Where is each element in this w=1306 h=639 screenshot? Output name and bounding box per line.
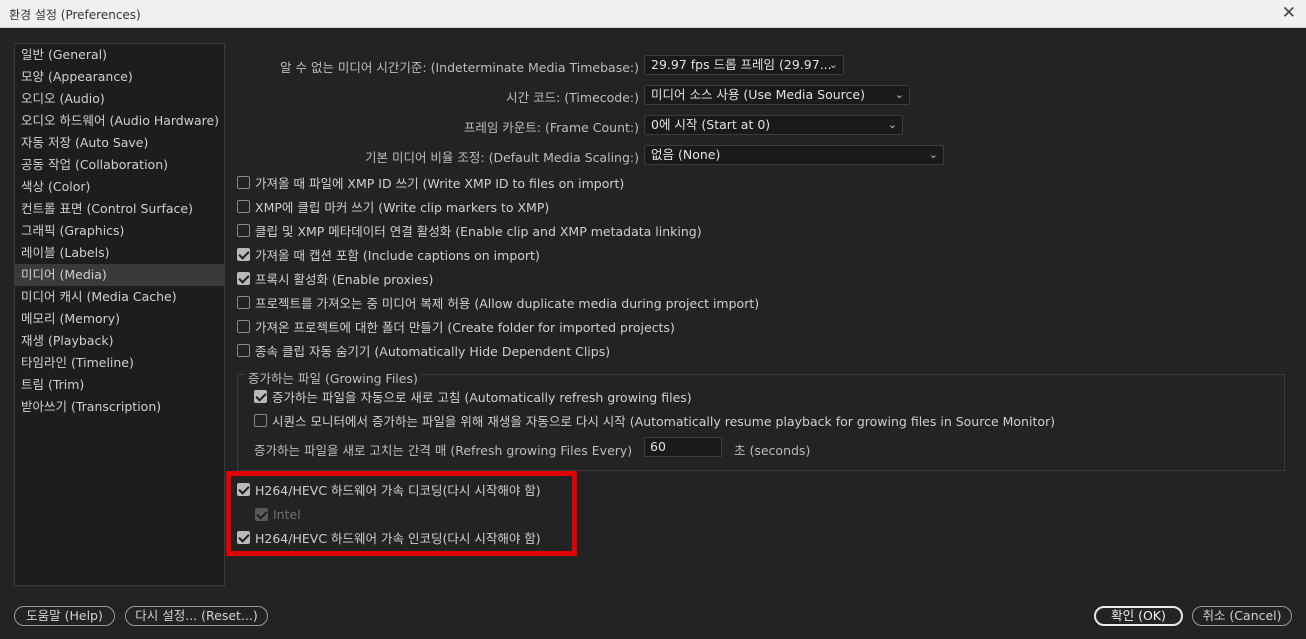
include-captions-option[interactable]: 가져올 때 캡션 포함 (Include captions on import) bbox=[237, 245, 540, 263]
cancel-button[interactable]: 취소 (Cancel) bbox=[1192, 606, 1292, 626]
sidebar-item-appearance[interactable]: 모양 (Appearance) bbox=[15, 66, 224, 88]
sidebar-item-audio[interactable]: 오디오 (Audio) bbox=[15, 88, 224, 110]
auto-refresh-label: 증가하는 파일을 자동으로 새로 고침 (Automatically refre… bbox=[272, 389, 692, 405]
title-bar: 환경 설정 (Preferences) ✕ bbox=[0, 0, 1306, 28]
auto-resume-label: 시퀀스 모니터에서 증가하는 파일을 위해 재생을 자동으로 다시 시작 (Au… bbox=[272, 413, 1056, 429]
sidebar-item-memory[interactable]: 메모리 (Memory) bbox=[15, 308, 224, 330]
highlight-annotation bbox=[226, 471, 577, 556]
hide-dependent-clips-label: 종속 클립 자동 숨기기 (Automatically Hide Depende… bbox=[255, 343, 611, 359]
refresh-interval-unit: 초 (seconds) bbox=[734, 443, 811, 458]
duplicate-media-label: 프로젝트를 가져오는 중 미디어 복제 허용 (Allow duplicate … bbox=[255, 295, 760, 311]
window-title: 환경 설정 (Preferences) bbox=[9, 8, 141, 22]
write-xmp-id-checkbox[interactable] bbox=[237, 175, 250, 189]
frame-count-dropdown[interactable]: 0에 시작 (Start at 0) ⌄ bbox=[644, 115, 903, 135]
write-clip-markers-option[interactable]: XMP에 클립 마커 쓰기 (Write clip markers to XMP… bbox=[237, 197, 549, 215]
enable-proxies-label: 프록시 활성화 (Enable proxies) bbox=[255, 271, 434, 287]
create-folder-option[interactable]: 가져온 프로젝트에 대한 폴더 만들기 (Create folder for i… bbox=[237, 317, 675, 335]
xmp-linking-checkbox[interactable] bbox=[237, 223, 250, 237]
timebase-dropdown[interactable]: 29.97 fps 드롭 프레임 (29.97... ⌄ bbox=[644, 55, 844, 75]
auto-refresh-checkbox[interactable] bbox=[254, 389, 267, 403]
xmp-linking-option[interactable]: 클립 및 XMP 메타데이터 연결 활성화 (Enable clip and X… bbox=[237, 221, 702, 239]
sidebar-item-media-cache[interactable]: 미디어 캐시 (Media Cache) bbox=[15, 286, 224, 308]
frame-count-value: 0에 시작 (Start at 0) bbox=[651, 117, 771, 132]
sidebar-item-general[interactable]: 일반 (General) bbox=[15, 44, 224, 66]
frame-count-label: 프레임 카운트: (Frame Count:) bbox=[463, 120, 639, 135]
sidebar-item-graphics[interactable]: 그래픽 (Graphics) bbox=[15, 220, 224, 242]
duplicate-media-option[interactable]: 프로젝트를 가져오는 중 미디어 복제 허용 (Allow duplicate … bbox=[237, 293, 759, 311]
timebase-value: 29.97 fps 드롭 프레임 (29.97... bbox=[651, 57, 832, 72]
create-folder-checkbox[interactable] bbox=[237, 319, 250, 333]
preferences-sidebar: 일반 (General) 모양 (Appearance) 오디오 (Audio)… bbox=[14, 43, 225, 586]
sidebar-item-audio-hardware[interactable]: 오디오 하드웨어 (Audio Hardware) bbox=[15, 110, 224, 132]
write-xmp-id-label: 가져올 때 파일에 XMP ID 쓰기 (Write XMP ID to fil… bbox=[255, 175, 625, 191]
reset-button[interactable]: 다시 설정... (Reset...) bbox=[125, 606, 268, 626]
refresh-interval-label: 증가하는 파일을 새로 고치는 간격 매 (Refresh growing Fi… bbox=[254, 443, 633, 458]
create-folder-label: 가져온 프로젝트에 대한 폴더 만들기 (Create folder for i… bbox=[255, 319, 675, 335]
enable-proxies-option[interactable]: 프록시 활성화 (Enable proxies) bbox=[237, 269, 433, 287]
scaling-dropdown[interactable]: 없음 (None) ⌄ bbox=[644, 145, 944, 165]
timecode-dropdown[interactable]: 미디어 소스 사용 (Use Media Source) ⌄ bbox=[644, 85, 910, 105]
timecode-value: 미디어 소스 사용 (Use Media Source) bbox=[651, 87, 865, 102]
timebase-label: 알 수 없는 미디어 시간기준: (Indeterminate Media Ti… bbox=[280, 60, 639, 75]
duplicate-media-checkbox[interactable] bbox=[237, 295, 250, 309]
enable-proxies-checkbox[interactable] bbox=[237, 271, 250, 285]
scaling-value: 없음 (None) bbox=[651, 147, 721, 162]
refresh-interval-input[interactable]: 60 bbox=[644, 437, 722, 457]
sidebar-item-playback[interactable]: 재생 (Playback) bbox=[15, 330, 224, 352]
sidebar-item-collaboration[interactable]: 공동 작업 (Collaboration) bbox=[15, 154, 224, 176]
xmp-linking-label: 클립 및 XMP 메타데이터 연결 활성화 (Enable clip and X… bbox=[255, 223, 702, 239]
chevron-down-icon: ⌄ bbox=[887, 118, 897, 131]
scaling-label: 기본 미디어 비율 조정: (Default Media Scaling:) bbox=[364, 150, 639, 165]
close-icon[interactable]: ✕ bbox=[1282, 3, 1296, 23]
chevron-down-icon: ⌄ bbox=[894, 88, 904, 101]
timecode-label: 시간 코드: (Timecode:) bbox=[506, 90, 639, 105]
sidebar-item-control-surface[interactable]: 컨트롤 표면 (Control Surface) bbox=[15, 198, 224, 220]
sidebar-item-trim[interactable]: 트림 (Trim) bbox=[15, 374, 224, 396]
include-captions-checkbox[interactable] bbox=[237, 247, 250, 261]
growing-files-title: 증가하는 파일 (Growing Files) bbox=[245, 368, 421, 387]
write-xmp-id-option[interactable]: 가져올 때 파일에 XMP ID 쓰기 (Write XMP ID to fil… bbox=[237, 173, 624, 191]
sidebar-item-transcription[interactable]: 받아쓰기 (Transcription) bbox=[15, 396, 224, 418]
include-captions-label: 가져올 때 캡션 포함 (Include captions on import) bbox=[255, 247, 540, 263]
sidebar-item-color[interactable]: 색상 (Color) bbox=[15, 176, 224, 198]
sidebar-item-media[interactable]: 미디어 (Media) bbox=[15, 264, 224, 286]
sidebar-item-timeline[interactable]: 타임라인 (Timeline) bbox=[15, 352, 224, 374]
auto-refresh-option[interactable]: 증가하는 파일을 자동으로 새로 고침 (Automatically refre… bbox=[254, 387, 692, 405]
hide-dependent-clips-checkbox[interactable] bbox=[237, 343, 250, 357]
chevron-down-icon: ⌄ bbox=[828, 58, 838, 71]
write-clip-markers-checkbox[interactable] bbox=[237, 199, 250, 213]
auto-resume-option[interactable]: 시퀀스 모니터에서 증가하는 파일을 위해 재생을 자동으로 다시 시작 (Au… bbox=[254, 411, 1055, 429]
sidebar-item-labels[interactable]: 레이블 (Labels) bbox=[15, 242, 224, 264]
help-button[interactable]: 도움말 (Help) bbox=[14, 606, 115, 626]
chevron-down-icon: ⌄ bbox=[928, 148, 938, 161]
ok-button[interactable]: 확인 (OK) bbox=[1094, 606, 1183, 626]
auto-resume-checkbox[interactable] bbox=[254, 413, 267, 427]
hide-dependent-clips-option[interactable]: 종속 클립 자동 숨기기 (Automatically Hide Depende… bbox=[237, 341, 610, 359]
sidebar-item-auto-save[interactable]: 자동 저장 (Auto Save) bbox=[15, 132, 224, 154]
write-clip-markers-label: XMP에 클립 마커 쓰기 (Write clip markers to XMP… bbox=[255, 199, 550, 215]
